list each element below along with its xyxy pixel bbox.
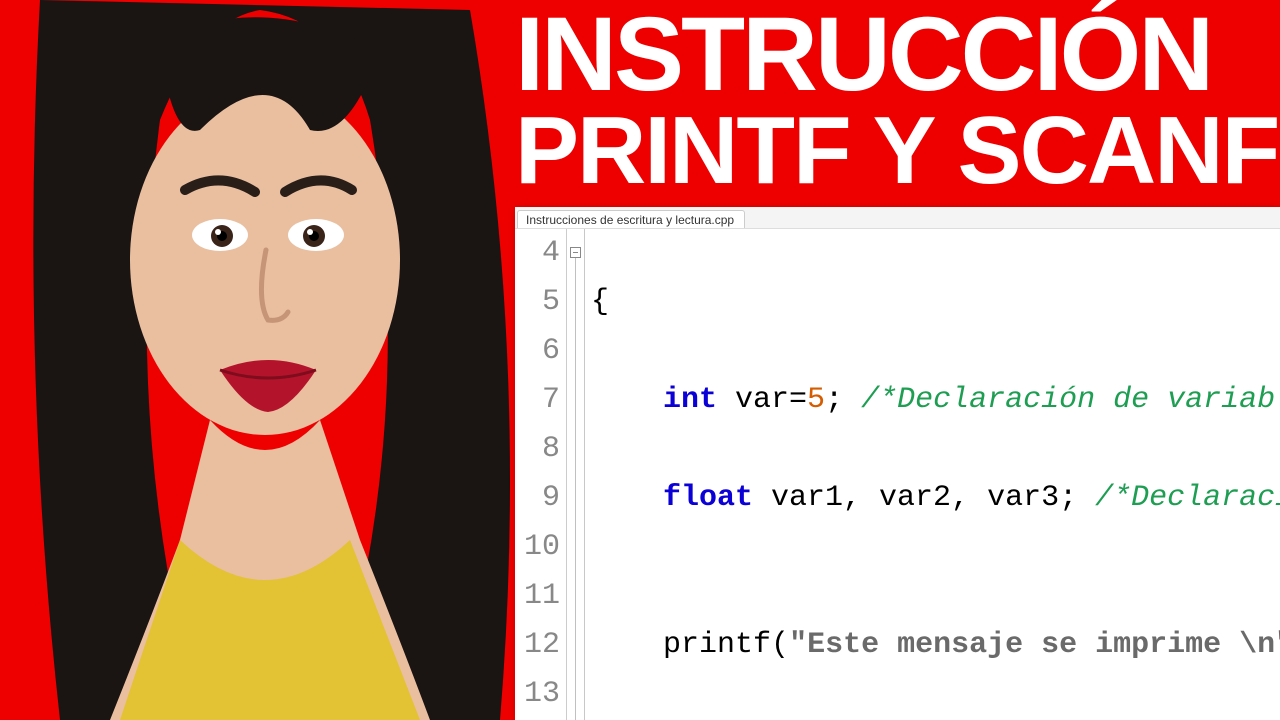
code-editor: Instrucciones de escritura y lectura.cpp… [515,207,1280,720]
code-line: float var1, var2, var3; /*Declaración [591,474,1280,523]
line-number: 10 [515,523,560,572]
code-content[interactable]: { int var=5; /*Declaración de variable t… [585,229,1280,720]
fold-toggle-icon[interactable] [570,247,581,258]
line-number: 12 [515,621,560,670]
line-number: 4 [515,229,560,278]
title-banner: INSTRUCCIÓN PRINTF Y SCANF [515,0,1280,207]
line-number-gutter: 4 5 6 7 8 9 10 11 12 13 [515,229,567,720]
editor-tab[interactable]: Instrucciones de escritura y lectura.cpp [517,210,745,228]
fold-column [567,229,585,720]
line-number: 8 [515,425,560,474]
line-number: 9 [515,474,560,523]
fold-guide-line [575,258,576,720]
editor-tab-bar: Instrucciones de escritura y lectura.cpp [515,207,1280,229]
title-line-2: PRINTF Y SCANF [515,105,1280,196]
line-number: 11 [515,572,560,621]
code-line: int var=5; /*Declaración de variable t [591,376,1280,425]
code-line: printf("Este mensaje se imprime \n"); [591,621,1280,670]
line-number: 13 [515,670,560,719]
presenter-photo [0,0,520,720]
code-line: { [591,278,1280,327]
line-number: 6 [515,327,560,376]
line-number: 5 [515,278,560,327]
line-number: 7 [515,376,560,425]
title-line-1: INSTRUCCIÓN [515,5,1280,105]
